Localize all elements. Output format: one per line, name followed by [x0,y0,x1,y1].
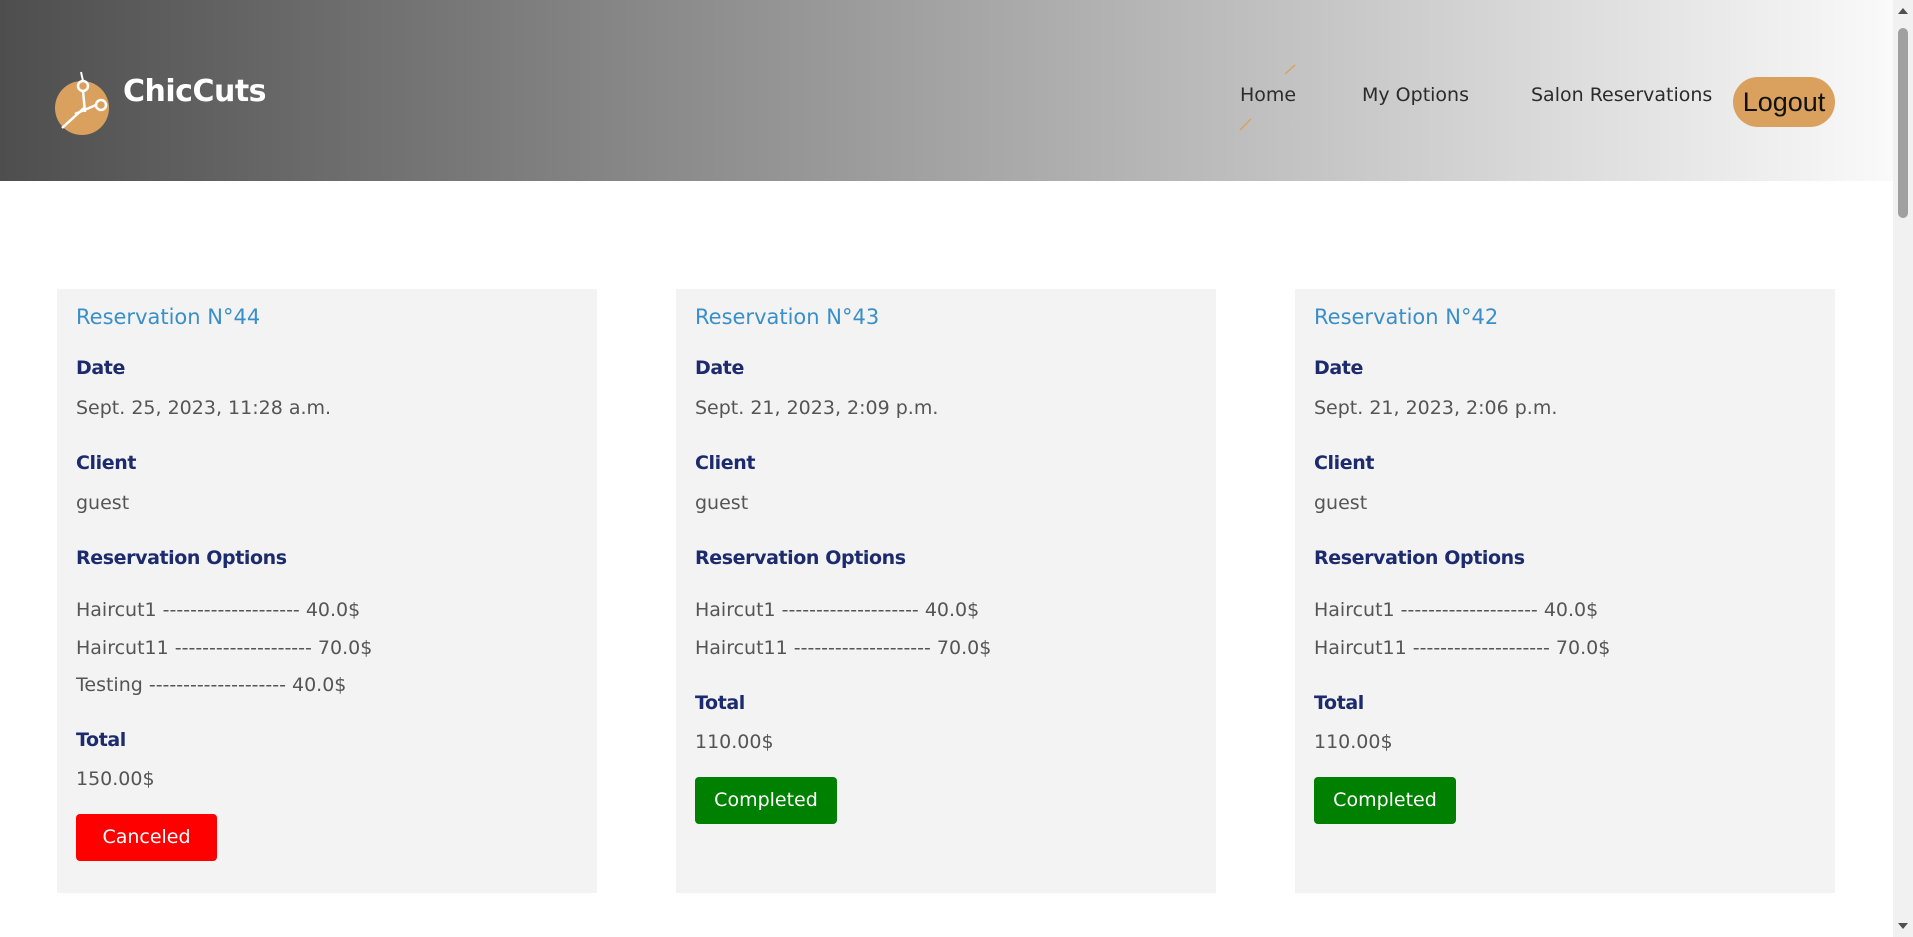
reservation-date: Sept. 21, 2023, 2:09 p.m. [695,397,939,419]
reservation-total: 110.00$ [1314,731,1393,753]
option-item: Haircut1 -------------------- 40.0$ [695,599,980,621]
scissors-logo-icon[interactable] [52,70,112,136]
option-item: Haircut11 -------------------- 70.0$ [1314,637,1611,659]
option-item: Haircut1 -------------------- 40.0$ [1314,599,1599,621]
reservation-total: 150.00$ [76,768,155,790]
options-label: Reservation Options [76,547,287,569]
nav-home-link[interactable]: Home [1240,84,1296,106]
logout-button[interactable]: Logout [1733,77,1835,127]
options-label: Reservation Options [695,547,906,569]
reservation-card: Reservation N°42 Date Sept. 21, 2023, 2:… [1295,289,1835,893]
total-label: Total [695,692,745,714]
option-item: Haircut11 -------------------- 70.0$ [695,637,992,659]
status-badge: Completed [695,777,837,824]
status-badge: Completed [1314,777,1456,824]
reservation-title: Reservation N°44 [76,305,261,329]
date-label: Date [695,357,744,379]
client-label: Client [76,452,137,474]
nav-my-options-link[interactable]: My Options [1362,84,1469,106]
reservation-client: guest [1314,492,1368,514]
reservation-card: Reservation N°44 Date Sept. 25, 2023, 11… [57,289,597,893]
site-header: ChicCuts Home My Options Salon Reservati… [0,0,1893,181]
vertical-scrollbar[interactable] [1893,0,1913,937]
reservation-total: 110.00$ [695,731,774,753]
option-item: Haircut11 -------------------- 70.0$ [76,637,373,659]
date-label: Date [1314,357,1363,379]
client-label: Client [695,452,756,474]
status-badge: Canceled [76,814,217,861]
client-label: Client [1314,452,1375,474]
nav-salon-reservations-link[interactable]: Salon Reservations [1531,84,1712,106]
total-label: Total [1314,692,1364,714]
reservation-title: Reservation N°43 [695,305,880,329]
options-label: Reservation Options [1314,547,1525,569]
reservation-client: guest [695,492,749,514]
brand-name[interactable]: ChicCuts [123,74,267,109]
scroll-up-arrow-icon[interactable] [1898,8,1908,14]
reservation-title: Reservation N°42 [1314,305,1499,329]
date-label: Date [76,357,125,379]
reservation-client: guest [76,492,130,514]
total-label: Total [76,729,126,751]
reservation-date: Sept. 25, 2023, 11:28 a.m. [76,397,332,419]
scrollbar-thumb[interactable] [1898,28,1908,218]
scroll-down-arrow-icon[interactable] [1898,923,1908,929]
reservation-card: Reservation N°43 Date Sept. 21, 2023, 2:… [676,289,1216,893]
reservation-date: Sept. 21, 2023, 2:06 p.m. [1314,397,1558,419]
option-item: Testing -------------------- 40.0$ [76,674,347,696]
option-item: Haircut1 -------------------- 40.0$ [76,599,361,621]
